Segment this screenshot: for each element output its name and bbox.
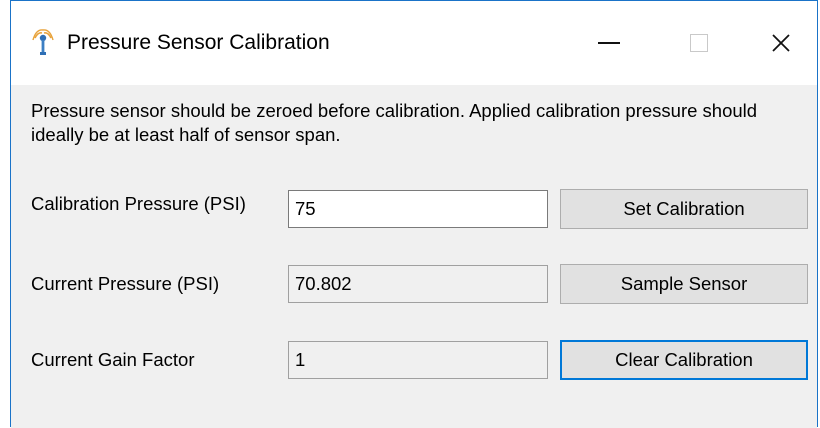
current-gain-factor-label: Current Gain Factor [31,349,195,370]
title-bar[interactable]: Pressure Sensor Calibration [11,1,817,85]
close-button[interactable] [744,1,817,85]
sample-sensor-button[interactable]: Sample Sensor [560,264,808,304]
minimize-icon [598,42,620,44]
calibration-pressure-label: Calibration Pressure (PSI) [31,193,246,214]
current-gain-factor-field [288,341,548,379]
instructions-text: Pressure sensor should be zeroed before … [31,100,758,145]
current-pressure-field [288,265,548,303]
current-pressure-label: Current Pressure (PSI) [31,273,220,294]
maximize-icon [690,34,708,52]
window-title: Pressure Sensor Calibration [67,31,330,54]
dialog-body: Pressure sensor should be zeroed before … [11,85,817,428]
close-icon [771,34,790,52]
minimize-button[interactable] [564,1,654,85]
set-calibration-button[interactable]: Set Calibration [560,189,808,229]
calibration-pressure-input[interactable] [288,190,548,228]
pressure-sensor-app-icon [32,28,54,56]
calibration-window: Pressure Sensor Calibration Pressure sen… [10,0,818,428]
maximize-button[interactable] [654,1,744,85]
clear-calibration-button[interactable]: Clear Calibration [560,340,808,380]
